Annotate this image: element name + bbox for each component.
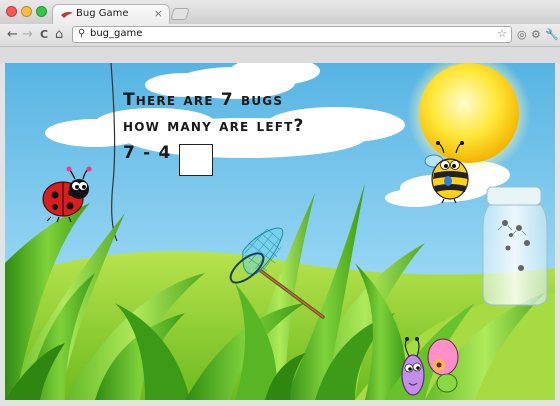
address-bar[interactable]: ⚲ bug_game ☆ [72,26,512,43]
search-icon: ⚲ [78,28,86,39]
zoom-window-button[interactable] [36,6,47,17]
tab-bug-game[interactable]: Bug Game × [52,4,170,24]
tab-title: Bug Game [76,8,129,19]
favicon-icon [61,11,73,18]
forward-button[interactable]: → [22,27,33,43]
reload-button[interactable]: C [40,27,48,43]
home-button[interactable]: ⌂ [55,27,63,43]
new-tab-button[interactable] [170,8,190,20]
address-text[interactable]: bug_game [90,28,142,39]
page-menu-icon[interactable]: ⚙ [531,28,541,41]
question-line-1: There are 7 bugs [123,90,284,110]
question-line-2: how many are left? [123,116,305,136]
jar-icon [482,186,548,306]
game-scene [5,63,555,400]
minimize-window-button[interactable] [21,6,32,17]
wrench-icon[interactable]: 🔧 [545,28,559,41]
answer-input[interactable] [179,144,213,176]
toolbar-gap [0,47,560,63]
browser-toolbar: ← → C ⌂ ⚲ bug_game ☆ ◎ ⚙ 🔧 [0,24,560,47]
browser-window: Bug Game × ← → C ⌂ ⚲ bug_game ☆ ◎ ⚙ 🔧 Th… [0,0,560,406]
title-bar: Bug Game × [0,0,560,25]
back-button[interactable]: ← [7,27,18,43]
bookmark-star-icon[interactable]: ☆ [497,27,507,40]
tab-close-icon[interactable]: × [154,7,163,20]
extension-icon[interactable]: ◎ [517,28,527,41]
close-window-button[interactable] [6,6,17,17]
game-canvas[interactable]: There are 7 bugs how many are left? 7 - … [5,63,555,400]
